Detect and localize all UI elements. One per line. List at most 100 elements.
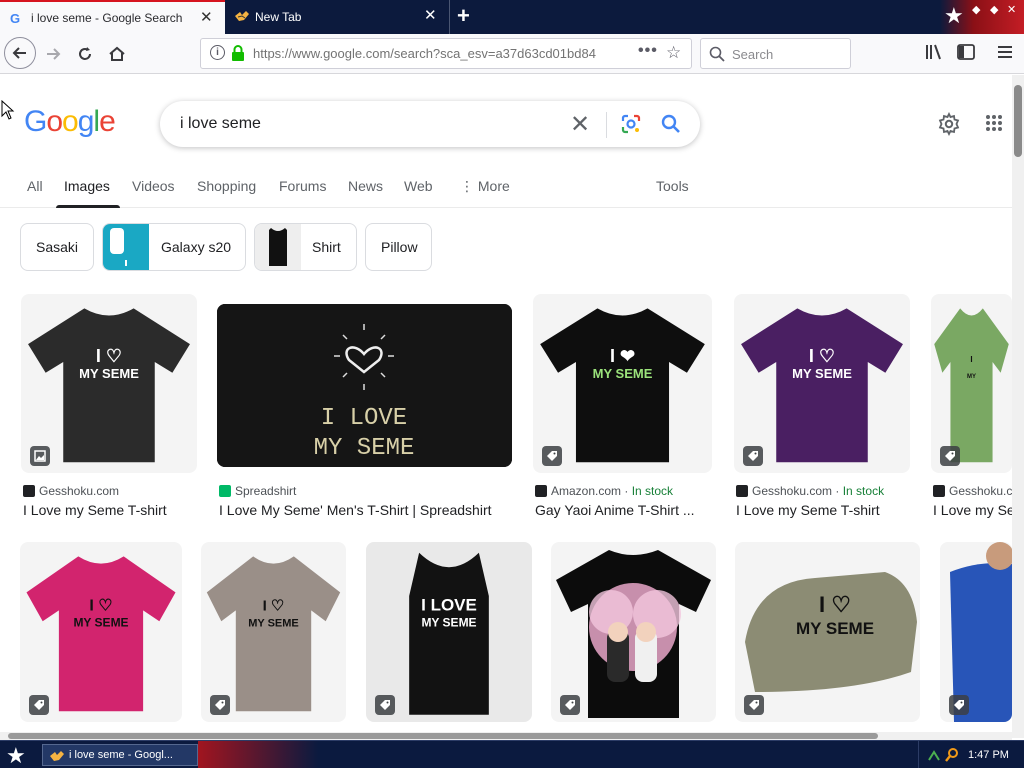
tab-strip: G i love seme - Google Search ✕ New Tab … bbox=[0, 0, 1024, 34]
home-button[interactable] bbox=[102, 39, 132, 69]
source-name: Gesshoku.com bbox=[39, 484, 120, 498]
tab-title: New Tab bbox=[255, 10, 302, 24]
result-image: I LOVE MY SEME bbox=[217, 304, 512, 467]
close-window-icon[interactable]: ✕ bbox=[1007, 3, 1016, 16]
tab-web[interactable]: Web bbox=[404, 178, 433, 194]
url-path: /search?sca_esv=a37d63cd01bd84 bbox=[390, 46, 596, 61]
menu-icon[interactable] bbox=[996, 42, 1014, 62]
back-button[interactable] bbox=[4, 37, 36, 69]
svg-text:MY SEME: MY SEME bbox=[79, 366, 139, 381]
result-title[interactable]: I Love my Seme T-shirt bbox=[23, 502, 199, 518]
logo-letter: o bbox=[62, 105, 79, 138]
result-title[interactable]: Gay Yaoi Anime T-Shirt ... bbox=[535, 502, 714, 518]
image-result-card[interactable]: I ♡ MY SEME bbox=[734, 294, 910, 473]
image-result-card[interactable] bbox=[551, 542, 716, 722]
svg-text:I LOVE: I LOVE bbox=[421, 595, 477, 614]
result-title[interactable]: I Love my Seme T-shirt bbox=[736, 502, 912, 518]
tab-google-search[interactable]: G i love seme - Google Search ✕ bbox=[0, 0, 225, 34]
chip-label: Galaxy s20 bbox=[161, 239, 232, 255]
more-vert-icon: ⋮ bbox=[460, 178, 478, 194]
image-result-card[interactable]: I ♡ MY SEME bbox=[201, 542, 346, 722]
result-title[interactable]: I Love my Se bbox=[933, 502, 1012, 518]
image-result-card[interactable]: I ♡ MY SEME bbox=[735, 542, 920, 722]
sidebar-icon[interactable] bbox=[956, 42, 976, 62]
image-icon bbox=[30, 446, 50, 466]
svg-text:MY: MY bbox=[967, 374, 976, 380]
result-source[interactable]: Gesshoku.com bbox=[23, 484, 199, 498]
chip-pillow[interactable]: Pillow bbox=[365, 223, 432, 271]
maximize-icon[interactable]: ◆ bbox=[990, 3, 998, 16]
google-logo[interactable]: Google bbox=[24, 105, 116, 139]
tab-all[interactable]: All bbox=[27, 178, 43, 194]
image-result-card[interactable]: I LOVE MY SEME bbox=[366, 542, 532, 722]
tab-news[interactable]: News bbox=[348, 178, 383, 194]
search-icon[interactable] bbox=[660, 113, 682, 135]
vertical-scrollbar[interactable] bbox=[1012, 75, 1024, 738]
horizontal-scrollbar[interactable] bbox=[0, 732, 1012, 740]
image-result-card[interactable]: I ♡ MY SEME bbox=[21, 294, 197, 473]
svg-text:MY SEME: MY SEME bbox=[314, 435, 415, 462]
firefox-favicon-icon bbox=[235, 11, 249, 21]
close-tab-icon[interactable]: ✕ bbox=[424, 6, 437, 24]
tab-tools[interactable]: Tools bbox=[656, 178, 689, 194]
tab-more[interactable]: ⋮ More bbox=[460, 178, 510, 195]
product-tag-icon bbox=[29, 695, 49, 715]
chip-sasaki[interactable]: Sasaki bbox=[20, 223, 94, 271]
vertical-scroll-thumb[interactable] bbox=[1014, 85, 1022, 157]
search-tray-icon[interactable] bbox=[945, 747, 959, 763]
chip-shirt[interactable]: Shirt bbox=[254, 223, 357, 271]
network-icon[interactable] bbox=[927, 748, 941, 762]
search-placeholder: Search bbox=[732, 47, 774, 62]
new-tab-icon[interactable]: + bbox=[457, 3, 470, 29]
home-icon bbox=[109, 46, 125, 61]
url-bar[interactable]: i https://www.google.com/search?sca_esv=… bbox=[200, 38, 692, 69]
page-actions-icon[interactable]: ••• bbox=[638, 42, 658, 60]
reload-button[interactable] bbox=[70, 39, 100, 69]
taskbar-item-browser[interactable]: i love seme - Googl... bbox=[42, 744, 198, 766]
chip-label: Sasaki bbox=[36, 239, 79, 255]
taskbar-clock: 1:47 PM bbox=[968, 749, 1009, 761]
active-tab-indicator bbox=[56, 205, 120, 208]
svg-text:MY SEME: MY SEME bbox=[73, 616, 128, 630]
search-query[interactable]: i love seme bbox=[180, 115, 261, 133]
product-tag-icon bbox=[743, 446, 763, 466]
tab-images[interactable]: Images bbox=[64, 178, 110, 194]
result-source[interactable]: Amazon.com · In stock bbox=[535, 484, 714, 498]
tab-forums[interactable]: Forums bbox=[279, 178, 326, 194]
image-result-card[interactable]: I LOVE MY SEME bbox=[217, 304, 512, 467]
result-source[interactable]: Spreadshirt bbox=[219, 484, 514, 498]
google-results-page: Google i love seme ✕ All Images Videos S… bbox=[0, 75, 1012, 738]
browser-search-bar[interactable]: Search bbox=[700, 38, 851, 69]
reload-icon bbox=[79, 47, 91, 60]
product-tag-icon bbox=[210, 695, 230, 715]
google-apps-icon[interactable] bbox=[985, 114, 1003, 132]
image-result-card[interactable]: I MY bbox=[931, 294, 1012, 473]
google-lens-icon[interactable] bbox=[620, 113, 642, 135]
info-icon[interactable]: i bbox=[210, 45, 225, 60]
image-result-card[interactable]: I ❤ MY SEME bbox=[533, 294, 712, 473]
image-result-card[interactable]: I ♡ MY SEME bbox=[20, 542, 182, 722]
site-favicon-icon bbox=[23, 485, 35, 497]
chip-galaxy-s20[interactable]: Galaxy s20 bbox=[102, 223, 246, 271]
url-text[interactable]: https://www.google.com/search?sca_esv=a3… bbox=[253, 46, 603, 61]
tab-videos[interactable]: Videos bbox=[132, 178, 175, 194]
start-star-icon[interactable]: ★ bbox=[6, 743, 26, 768]
result-source[interactable]: Gesshoku.com · In stock bbox=[736, 484, 912, 498]
lock-icon[interactable] bbox=[231, 45, 245, 62]
google-search-box[interactable]: i love seme ✕ bbox=[160, 101, 700, 147]
site-favicon-icon bbox=[535, 485, 547, 497]
tab-shopping[interactable]: Shopping bbox=[197, 178, 256, 194]
clear-search-icon[interactable]: ✕ bbox=[570, 110, 590, 139]
close-tab-icon[interactable]: ✕ bbox=[200, 8, 213, 26]
image-result-card[interactable] bbox=[940, 542, 1012, 722]
bookmark-star-icon[interactable]: ☆ bbox=[666, 43, 681, 63]
settings-gear-icon[interactable] bbox=[937, 112, 961, 136]
minimize-icon[interactable]: ◆ bbox=[972, 3, 980, 16]
tab-new-tab[interactable]: New Tab ✕ bbox=[226, 0, 450, 34]
result-source[interactable]: Gesshoku.com bbox=[933, 484, 1012, 498]
firefox-icon bbox=[50, 751, 64, 761]
library-icon[interactable] bbox=[924, 42, 944, 62]
result-title[interactable]: I Love My Seme' Men's T-Shirt | Spreadsh… bbox=[219, 502, 514, 518]
forward-button[interactable] bbox=[38, 39, 68, 69]
horizontal-scroll-thumb[interactable] bbox=[8, 733, 878, 739]
